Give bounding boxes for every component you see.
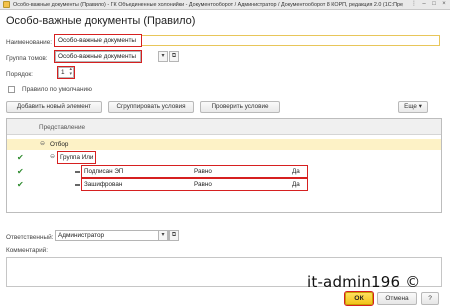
- order-value: 1: [61, 69, 65, 76]
- check-condition-button[interactable]: Проверить условие: [200, 101, 280, 113]
- condition-operator: Равно: [194, 168, 212, 175]
- dash-icon: [75, 184, 80, 186]
- condition-highlight: Зашифрован Равно Да: [81, 178, 308, 191]
- checkmark-icon[interactable]: ✔: [17, 152, 24, 163]
- comment-label: Комментарий:: [6, 247, 49, 254]
- order-field[interactable]: 1 ▴ ▾: [57, 66, 75, 79]
- help-button[interactable]: ?: [421, 292, 439, 305]
- dropdown-icon[interactable]: ▾: [158, 51, 168, 62]
- condition-field: Зашифрован: [84, 181, 123, 188]
- close-icon[interactable]: ×: [440, 1, 448, 8]
- checkmark-icon[interactable]: ✔: [17, 179, 24, 190]
- table-header: Представление: [7, 119, 441, 135]
- open-icon[interactable]: ⧉: [169, 230, 179, 241]
- table-row[interactable]: ✔ ⊖ Группа Или: [7, 151, 441, 164]
- default-checkbox[interactable]: [8, 86, 15, 93]
- group-label: Группа томов:: [6, 55, 48, 62]
- open-icon[interactable]: ⧉: [169, 51, 179, 62]
- checkmark-icon[interactable]: ✔: [17, 166, 24, 177]
- condition-value: Да: [292, 168, 300, 175]
- expander-icon[interactable]: ⊖: [50, 152, 55, 163]
- condition-field: Подписан ЭП: [84, 168, 124, 175]
- name-field[interactable]: Особо-важные документы: [54, 34, 142, 47]
- window-title: Особо-важные документы (Правило) - ГК Об…: [13, 1, 403, 8]
- table-row[interactable]: ✔ Подписан ЭП Равно Да: [7, 165, 441, 178]
- add-element-button[interactable]: Добавить новый элемент: [6, 101, 102, 113]
- column-header-presentation: Представление: [39, 124, 86, 131]
- ok-button[interactable]: ОК: [344, 291, 374, 306]
- window-titlebar: Особо-важные документы (Правило) - ГК Об…: [0, 0, 450, 10]
- order-label: Порядок:: [6, 71, 33, 78]
- group-conditions-button[interactable]: Сгруппировать условия: [108, 101, 194, 113]
- condition-value: Да: [292, 181, 300, 188]
- row-label: Группа Или: [56, 151, 97, 164]
- condition-operator: Равно: [194, 181, 212, 188]
- page-title: Особо-важные документы (Правило): [6, 15, 196, 27]
- dropdown-icon[interactable]: ▾: [158, 230, 168, 241]
- spinner-icon[interactable]: ▴ ▾: [69, 68, 72, 77]
- group-field[interactable]: Особо-важные документы: [54, 50, 142, 63]
- expander-icon[interactable]: ⊖: [40, 139, 45, 150]
- name-label: Наименование:: [6, 39, 53, 46]
- maximize-icon[interactable]: □: [430, 1, 438, 8]
- more-label: Еще: [404, 103, 417, 110]
- row-label: Отбор: [50, 141, 69, 148]
- dash-icon: [75, 171, 80, 173]
- window-controls: ⋮ – □ ×: [410, 1, 448, 8]
- chevron-down-icon: ▾: [418, 103, 422, 110]
- condition-highlight: Подписан ЭП Равно Да: [81, 165, 308, 178]
- responsible-label: Ответственный:: [6, 234, 54, 241]
- minimize-icon[interactable]: –: [420, 1, 428, 8]
- cancel-button[interactable]: Отмена: [377, 292, 417, 305]
- conditions-table: Представление ⊖ Отбор ✔ ⊖ Группа Или ✔ П…: [6, 118, 442, 213]
- menu-icon[interactable]: ⋮: [410, 1, 418, 8]
- watermark: it-admin196 ©: [307, 273, 421, 291]
- more-button[interactable]: Еще ▾: [398, 101, 428, 113]
- default-label: Правило по умолчанию: [22, 86, 92, 93]
- app-icon: [3, 1, 10, 8]
- table-row[interactable]: ⊖ Отбор: [7, 139, 441, 150]
- responsible-field[interactable]: Администратор: [55, 230, 169, 241]
- table-row[interactable]: ✔ Зашифрован Равно Да: [7, 178, 441, 191]
